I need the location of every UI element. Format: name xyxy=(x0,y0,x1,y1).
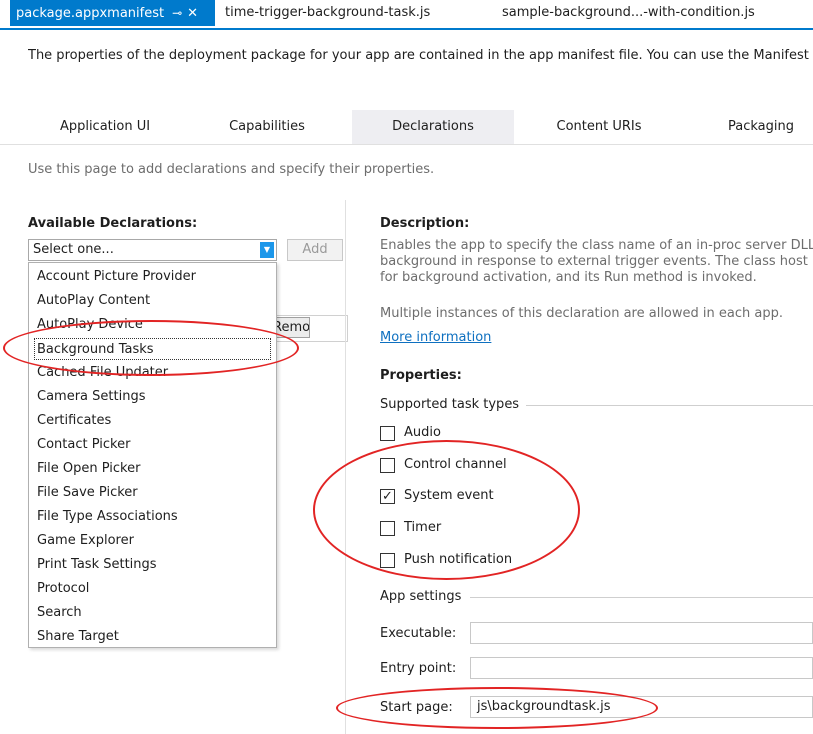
group-divider xyxy=(470,597,813,598)
option-file-save-picker[interactable]: File Save Picker xyxy=(37,482,138,504)
checkbox-label: Audio xyxy=(404,425,441,440)
option-game-explorer[interactable]: Game Explorer xyxy=(37,530,134,552)
checkbox-box[interactable] xyxy=(380,521,395,536)
checkbox-box[interactable] xyxy=(380,458,395,473)
option-search[interactable]: Search xyxy=(37,602,82,624)
description-line-4: Multiple instances of this declaration a… xyxy=(380,306,783,321)
pin-icon[interactable]: ⊸ xyxy=(172,6,182,20)
option-file-open-picker[interactable]: File Open Picker xyxy=(37,458,140,480)
tab-sample-background[interactable]: sample-background...-with-condition.js xyxy=(502,0,755,26)
option-account-picture-provider[interactable]: Account Picture Provider xyxy=(37,266,196,288)
page-hint: Use this page to add declarations and sp… xyxy=(28,162,435,177)
executable-field[interactable] xyxy=(470,622,813,644)
option-file-type-associations[interactable]: File Type Associations xyxy=(37,506,178,528)
tab-time-trigger[interactable]: time-trigger-background-task.js xyxy=(225,0,430,26)
description-line-1: Enables the app to specify the class nam… xyxy=(380,238,813,253)
start-page-value: js\backgroundtask.js xyxy=(477,699,611,714)
tab-declarations[interactable]: Declarations xyxy=(352,110,514,144)
executable-label: Executable: xyxy=(380,626,457,641)
checkbox-label: System event xyxy=(404,488,494,503)
close-icon[interactable]: ✕ xyxy=(187,6,198,21)
tab-content-uris[interactable]: Content URIs xyxy=(522,110,676,144)
option-camera-settings[interactable]: Camera Settings xyxy=(37,386,145,408)
app-settings-label: App settings xyxy=(380,589,462,604)
available-declarations-title: Available Declarations: xyxy=(28,216,198,231)
option-autoplay-content[interactable]: AutoPlay Content xyxy=(37,290,150,312)
option-contact-picker[interactable]: Contact Picker xyxy=(37,434,130,456)
entry-point-field[interactable] xyxy=(470,657,813,679)
description-title: Description: xyxy=(380,216,470,231)
option-background-tasks[interactable]: Background Tasks xyxy=(34,338,271,360)
tab-packaging[interactable]: Packaging xyxy=(684,110,813,144)
option-autoplay-device[interactable]: AutoPlay Device xyxy=(37,314,143,336)
select-value: Select one... xyxy=(33,242,114,257)
checkmark-icon: ✓ xyxy=(382,489,393,504)
tab-package-appxmanifest[interactable]: package.appxmanifest ⊸ ✕ xyxy=(10,0,215,26)
declaration-dropdown-list: Account Picture Provider AutoPlay Conten… xyxy=(28,262,277,648)
chevron-down-icon[interactable]: ▼ xyxy=(260,242,274,258)
intro-text: The properties of the deployment package… xyxy=(28,48,809,63)
checkbox-box[interactable] xyxy=(380,426,395,441)
manifest-tab-bar: Application UI Capabilities Declarations… xyxy=(0,110,813,145)
tab-label: package.appxmanifest xyxy=(16,6,165,21)
checkbox-label: Push notification xyxy=(404,552,513,567)
option-certificates[interactable]: Certificates xyxy=(37,410,111,432)
option-cached-file-updater[interactable]: Cached File Updater xyxy=(37,362,168,384)
start-page-field[interactable]: js\backgroundtask.js xyxy=(470,696,813,718)
column-divider xyxy=(345,200,346,734)
checkbox-label: Timer xyxy=(404,520,442,535)
declaration-select[interactable]: Select one... ▼ xyxy=(28,239,277,261)
add-button[interactable]: Add xyxy=(287,239,343,261)
option-protocol[interactable]: Protocol xyxy=(37,578,89,600)
option-print-task-settings[interactable]: Print Task Settings xyxy=(37,554,157,576)
document-tab-strip: package.appxmanifest ⊸ ✕ time-trigger-back… xyxy=(0,0,813,30)
tab-application-ui[interactable]: Application UI xyxy=(28,110,182,144)
description-line-3: for background activation, and its Run m… xyxy=(380,270,757,285)
entry-point-label: Entry point: xyxy=(380,661,457,676)
checkbox-box[interactable] xyxy=(380,553,395,568)
more-information-link[interactable]: More information xyxy=(380,330,491,345)
supported-task-types-label: Supported task types xyxy=(380,397,520,412)
option-share-target[interactable]: Share Target xyxy=(37,626,119,648)
checkbox-label: Control channel xyxy=(404,457,507,472)
group-divider xyxy=(526,405,813,406)
tab-capabilities[interactable]: Capabilities xyxy=(190,110,344,144)
description-line-2: background in response to external trigg… xyxy=(380,254,808,269)
start-page-label: Start page: xyxy=(380,700,453,715)
properties-title: Properties: xyxy=(380,368,462,383)
checkbox-box-checked[interactable]: ✓ xyxy=(380,489,395,504)
